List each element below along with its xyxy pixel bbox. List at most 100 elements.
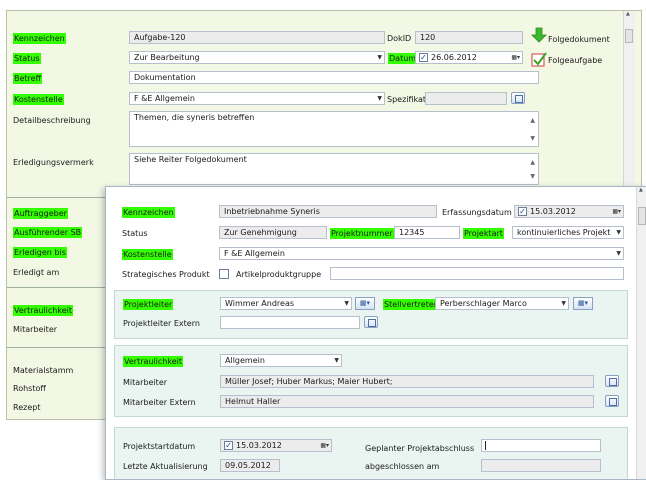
vertraulichkeit-value: Allgemein: [225, 356, 265, 365]
erfassungsdatum-value: 15.03.2012: [530, 207, 576, 216]
projektleiter-value: Wimmer Andreas: [225, 299, 295, 308]
strategisches-produkt-checkbox[interactable]: [219, 269, 229, 279]
datum-checkbox[interactable]: ✓: [419, 53, 428, 62]
erledigungsvermerk-label: Erledigungsvermerk: [13, 158, 94, 167]
projektleiter-extern-label: Projektleiter Extern: [123, 319, 200, 328]
mitarbeiter-extern-field[interactable]: Helmut Haller: [220, 395, 594, 408]
erledigungsvermerk-value: Siehe Reiter Folgedokument: [134, 155, 247, 164]
scroll-up-icon[interactable]: ▲: [530, 115, 535, 126]
vertraulichkeit-select[interactable]: Allgemein ▼: [220, 354, 342, 367]
projektart-label: Projektart: [463, 228, 504, 239]
lookup-icon[interactable]: [605, 395, 619, 407]
projektstartdatum-value: 15.03.2012: [236, 441, 282, 450]
auftraggeber-label: Auftraggeber: [13, 208, 68, 219]
letzte-aktualisierung-field[interactable]: 09.05.2012: [220, 459, 280, 472]
rohstoff-label: Rohstoff: [13, 384, 46, 393]
betreff-label: Betreff: [13, 73, 43, 84]
erfassungsdatum-field[interactable]: ✓ 15.03.2012 ▦▾: [514, 205, 624, 218]
calendar-icon[interactable]: ▦▾: [511, 52, 520, 63]
ausfuehrender-label: Ausführender SB: [13, 227, 83, 238]
erledigt-am-label: Erledigt am: [13, 268, 60, 277]
erfassungsdatum-checkbox[interactable]: ✓: [518, 207, 527, 216]
detailbeschreibung-textarea[interactable]: Themen, die syneris betreffen ▲ ▼: [129, 111, 539, 147]
kostenstelle-select[interactable]: F &E Allgemein ▼: [219, 247, 624, 260]
mitarbeiter-label: Mitarbeiter: [123, 378, 168, 387]
projektleiter-extern-field[interactable]: [220, 316, 360, 329]
people-picker-icon[interactable]: ▦▾: [355, 297, 375, 310]
scrollbar-thumb[interactable]: [638, 207, 646, 225]
datum-field[interactable]: ✓ 26.06.2012 ▦▾: [415, 51, 523, 64]
kostenstelle-select[interactable]: F &E Allgemein ▼: [129, 92, 385, 105]
mitarbeiter-field[interactable]: Müller Josef; Huber Markus; Maier Hubert…: [220, 375, 594, 388]
calendar-icon[interactable]: ▦▾: [612, 206, 621, 217]
projektstartdatum-label: Projektstartdatum: [123, 442, 196, 451]
projektnummer-field[interactable]: 12345: [394, 226, 460, 239]
kennzeichen-field[interactable]: Aufgabe-120: [129, 31, 385, 44]
artikelproduktgruppe-field[interactable]: [330, 267, 624, 280]
scrollbar-thumb[interactable]: [625, 29, 633, 43]
lookup-icon[interactable]: [605, 375, 619, 387]
vertraulichkeit-label: Vertraulichkeit: [123, 356, 184, 367]
chevron-down-icon: ▼: [334, 357, 339, 364]
erledigungsvermerk-textarea[interactable]: Siehe Reiter Folgedokument ▲ ▼: [129, 153, 539, 185]
dates-section: Projektstartdatum ✓ 15.03.2012 ▦▾ Geplan…: [114, 427, 628, 479]
kennzeichen-field[interactable]: Inbetriebnahme Syneris: [219, 205, 437, 218]
datum-label: Datum: [388, 53, 418, 64]
abgeschlossen-am-field[interactable]: [481, 459, 601, 472]
vertraulichkeit-label: Vertraulichkeit: [13, 305, 74, 316]
kostenstelle-value: F &E Allgemein: [224, 249, 285, 258]
kostenstelle-label: Kostenstelle: [122, 249, 173, 260]
folgeaufgabe-link[interactable]: Folgeaufgabe: [548, 55, 602, 66]
spezifikation-field[interactable]: [425, 92, 507, 105]
projektleiter-section: Projektleiter Wimmer Andreas ▼ ▦▾ Stellv…: [114, 290, 628, 339]
vertical-scrollbar[interactable]: [636, 187, 646, 479]
status-label: Status: [13, 53, 41, 64]
checkmark-task-icon[interactable]: [531, 51, 547, 67]
abgeschlossen-am-label: abgeschlossen am: [365, 462, 440, 471]
chevron-down-icon: ▼: [377, 54, 382, 61]
stellvertreter-label: Stellvertreter: [383, 299, 439, 310]
status-select[interactable]: Zur Bearbeitung ▼: [129, 51, 385, 64]
dokid-label: DokID: [387, 34, 412, 43]
kostenstelle-value: F &E Allgemein: [134, 94, 195, 103]
arrow-down-green-icon[interactable]: [531, 27, 547, 43]
chevron-down-icon: ▼: [616, 229, 621, 236]
section-divider: [7, 197, 107, 198]
erledigen-bis-label: Erledigen bis: [13, 247, 67, 258]
geplanter-projektabschluss-field[interactable]: [481, 439, 601, 452]
chevron-down-icon: ▼: [344, 300, 349, 307]
chevron-down-icon: ▼: [377, 95, 382, 102]
scroll-down-icon[interactable]: ▼: [530, 171, 535, 182]
status-label: Status: [122, 229, 148, 238]
people-picker-icon[interactable]: ▦▾: [573, 297, 593, 310]
chevron-down-icon: ▼: [616, 250, 621, 257]
text-cursor: [485, 441, 486, 450]
scroll-down-icon[interactable]: ▼: [530, 133, 535, 144]
projektstartdatum-field[interactable]: ✓ 15.03.2012 ▦▾: [220, 439, 332, 452]
geplanter-projektabschluss-label: Geplanter Projektabschluss: [365, 444, 475, 453]
materialstamm-label: Materialstamm: [13, 366, 74, 375]
vertical-scrollbar[interactable]: [623, 11, 635, 191]
project-window: Kennzeichen Inbetriebnahme Syneris Erfas…: [105, 186, 646, 480]
stellvertreter-select[interactable]: Perberschlager Marco ▼: [435, 297, 569, 310]
dokid-field[interactable]: 120: [415, 31, 523, 44]
detailbeschreibung-value: Themen, die syneris betreffen: [134, 113, 255, 122]
datum-value: 26.06.2012: [431, 53, 477, 62]
folgedokument-link[interactable]: Folgedokument: [548, 34, 610, 45]
section-divider: [7, 287, 107, 288]
calendar-icon[interactable]: ▦▾: [320, 440, 329, 451]
betreff-field[interactable]: Dokumentation: [129, 71, 539, 84]
strategisches-produkt-label: Strategisches Produkt: [122, 270, 210, 279]
projektstartdatum-checkbox[interactable]: ✓: [224, 441, 233, 450]
projektleiter-select[interactable]: Wimmer Andreas ▼: [220, 297, 352, 310]
status-value: Zur Bearbeitung: [134, 53, 200, 62]
projektart-select[interactable]: kontinuierliches Projekt ▼: [512, 226, 624, 239]
chevron-down-icon: ▼: [561, 300, 566, 307]
letzte-aktualisierung-label: Letzte Aktualisierung: [123, 462, 208, 471]
status-field[interactable]: Zur Genehmigung: [219, 226, 327, 239]
scroll-up-icon[interactable]: ▲: [530, 157, 535, 168]
lookup-icon[interactable]: [511, 92, 525, 104]
lookup-icon[interactable]: [364, 316, 378, 328]
kennzeichen-label: Kennzeichen: [13, 33, 66, 44]
projektleiter-label: Projektleiter: [123, 299, 174, 310]
